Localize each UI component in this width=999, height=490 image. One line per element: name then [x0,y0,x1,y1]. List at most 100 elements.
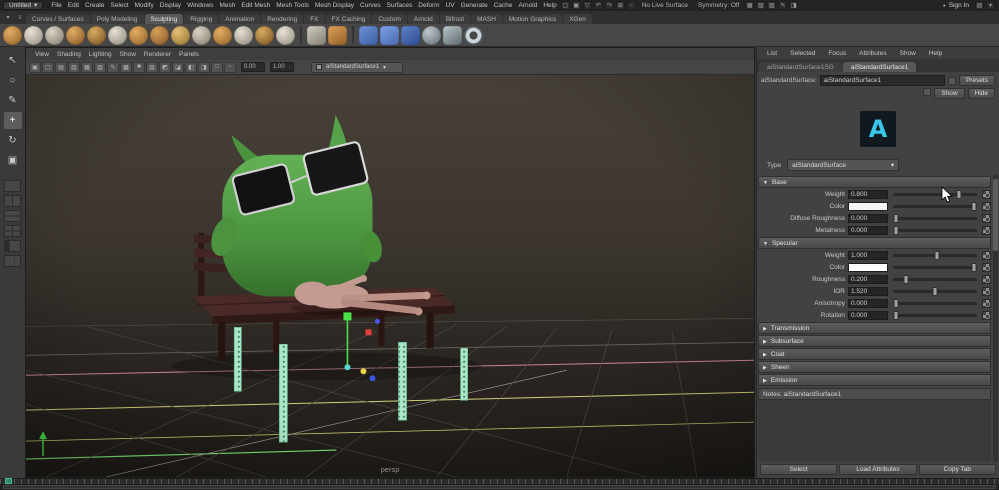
textured-mode-icon[interactable]: ▨ [146,61,158,73]
new-scene-icon[interactable]: ▢ [560,1,570,10]
sculpt-falloff-icon[interactable] [328,25,347,45]
shelf-tab[interactable]: Sculpting [144,14,184,24]
attr-slider[interactable] [893,298,977,308]
load-attributes-button[interactable]: Load Attributes [839,464,917,475]
attr-slider[interactable] [893,262,977,272]
repeat-brush-icon[interactable] [171,25,190,45]
menu-item[interactable]: Edit [65,2,82,9]
panel-menu-item[interactable]: Panels [175,51,203,58]
bookmarks-icon[interactable]: ▥ [68,61,80,73]
node-tab[interactable]: aiStandardSurface1SG [759,62,842,72]
menu-item[interactable]: Curves [357,2,384,9]
slider-handle[interactable] [893,213,899,223]
slider-handle[interactable] [932,286,938,296]
select-button[interactable]: Select [760,464,838,475]
notes-text-area[interactable] [758,400,991,461]
torus-primitive-icon[interactable] [464,25,483,45]
menu-item[interactable]: Generate [458,2,491,9]
xray-toggle-icon[interactable] [307,25,326,45]
grab-brush-icon[interactable] [66,25,85,45]
menu-item[interactable]: File [48,2,64,9]
section-emission[interactable]: Emission [758,374,991,386]
gamma-field[interactable]: 1.00 [270,62,294,72]
menu-item[interactable]: Create [82,2,108,9]
section-specular[interactable]: Specular [758,237,991,249]
attr-value-field[interactable] [848,250,888,260]
color-swatch[interactable] [848,201,888,211]
attr-slider[interactable] [893,274,977,284]
attr-slider[interactable] [893,310,977,320]
grid-toggle-icon[interactable] [401,25,420,45]
menu-item[interactable]: Modify [132,2,157,9]
bookmark-icon[interactable] [923,88,932,96]
layout-single-pane-button[interactable] [4,180,21,192]
paint-effects-icon[interactable]: ✎ [778,1,788,10]
menu-item[interactable]: Help [540,2,559,9]
layout-persp-graph-button[interactable] [4,255,21,267]
menu-item[interactable]: Select [108,2,132,9]
lighting-toggle-icon[interactable]: ◩ [159,61,171,73]
texture-map-button[interactable] [982,189,991,199]
menu-item[interactable]: Mesh [216,2,238,9]
attr-value-field[interactable] [848,274,888,284]
ae-menu-item[interactable]: Attributes [856,50,889,57]
shelf-menu-icon[interactable]: ▾ [3,13,13,23]
section-base[interactable]: Base [758,176,991,188]
viewport-material-dropdown[interactable]: aiStandardSurface1 [311,61,403,73]
layout-two-pane-horizontal-button[interactable] [4,210,21,222]
lock-camera-icon[interactable]: ▢ [42,61,54,73]
hypershade-icon[interactable]: ◨ [789,1,799,10]
save-scene-icon[interactable]: ▽ [582,1,592,10]
grease-pencil-icon[interactable]: ✎ [107,61,119,73]
shelf-tab[interactable]: Custom [372,14,407,24]
shelf-tab[interactable]: XGen [563,14,592,24]
shelf-tab[interactable]: Animation [219,14,261,24]
exposure-field[interactable]: 0.00 [241,62,265,72]
slider-handle[interactable] [893,225,899,235]
texture-map-button[interactable] [982,298,991,308]
attr-slider[interactable] [893,201,977,211]
menu-item[interactable]: Mesh Display [312,2,357,9]
shelf-tab[interactable]: MASH [471,14,502,24]
shelf-tab[interactable]: FX [304,14,325,24]
texture-map-button[interactable] [982,310,991,320]
xray-mode-icon[interactable]: ▫ [224,61,236,73]
shelf-tab[interactable]: Bifrost [439,14,471,24]
node-name-field[interactable] [819,75,945,86]
shelf-tab[interactable]: Rigging [184,14,219,24]
layout-outliner-persp-button[interactable] [4,240,21,252]
frame-selection-icon[interactable] [359,25,378,45]
range-slider-handle[interactable] [3,485,996,489]
slider-handle[interactable] [971,201,977,211]
relax-brush-icon[interactable] [45,25,64,45]
render-icon[interactable]: ▦ [745,1,755,10]
range-slider[interactable] [0,484,999,490]
workspace-menu-icon[interactable]: ▤ [975,1,984,10]
select-tool[interactable]: ↖ [4,52,22,69]
ae-menu-item[interactable]: Selected [787,50,818,57]
collapse-menubar-icon[interactable]: ▾ [986,1,995,10]
menu-item[interactable]: UV [443,2,458,9]
texture-map-button[interactable] [982,201,991,211]
slider-handle[interactable] [893,298,899,308]
sphere-primitive-icon[interactable] [422,25,441,45]
slider-handle[interactable] [971,262,977,272]
shelf-tab[interactable]: Arnold [407,14,439,24]
smooth-brush-icon[interactable] [24,25,43,45]
attr-value-field[interactable] [848,213,888,223]
color-swatch[interactable] [848,262,888,272]
sculpt-brush-icon[interactable] [3,25,22,45]
layout-four-pane-button[interactable] [4,225,21,237]
sign-in-button[interactable]: Sign In [938,2,974,9]
imprint-brush-icon[interactable] [192,25,211,45]
menu-item[interactable]: Display [157,2,184,9]
panel-menu-item[interactable]: Shading [53,51,85,58]
menu-item[interactable]: Windows [184,2,216,9]
viewport-canvas[interactable]: persp [26,75,754,477]
spray-brush-icon[interactable] [150,25,169,45]
screen-ao-icon[interactable]: ◧ [185,61,197,73]
slider-handle[interactable] [934,250,940,260]
pinch-brush-icon[interactable] [87,25,106,45]
shaded-mode-icon[interactable]: ■ [133,61,145,73]
snap-to-point-icon[interactable]: ◦ [626,1,636,10]
